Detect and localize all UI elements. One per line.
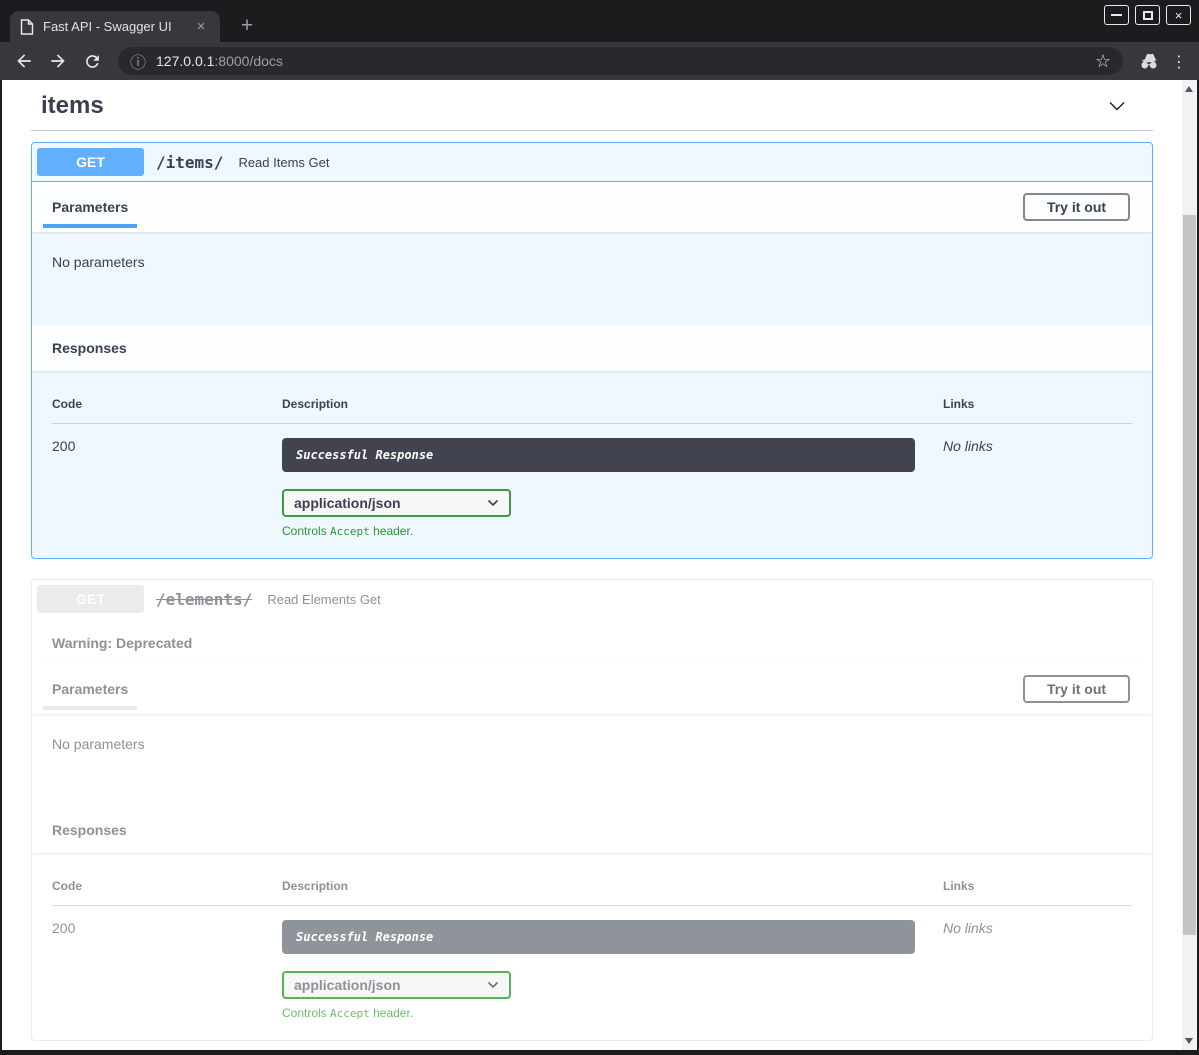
reload-button[interactable]: [80, 49, 104, 73]
bookmark-star-icon[interactable]: ☆: [1095, 51, 1111, 72]
accept-header-note: Controls Accept header.: [282, 524, 943, 538]
responses-table: Code Description Links 200 Successful Re…: [32, 371, 1152, 558]
tab-bar: Fast API - Swagger UI × + ×: [0, 0, 1199, 42]
scrollbar-up-icon[interactable]: [1185, 86, 1193, 92]
media-type-value: application/json: [294, 495, 401, 511]
minimize-button[interactable]: [1104, 5, 1129, 25]
response-code: 200: [52, 438, 282, 538]
opblock-summary[interactable]: GET /elements/ Read Elements Get: [32, 580, 1152, 618]
new-tab-button[interactable]: +: [234, 13, 260, 39]
tag-section-header[interactable]: items: [31, 84, 1153, 131]
swagger-page: items GET /items/ Read Items Get Paramet…: [2, 80, 1182, 1050]
close-window-button[interactable]: ×: [1166, 5, 1191, 25]
response-links: No links: [943, 920, 1132, 1020]
parameters-body: No parameters: [32, 232, 1152, 325]
page-favicon-icon: [20, 19, 34, 35]
response-description-block: Successful Response: [282, 920, 915, 954]
endpoint-path: /items/: [156, 153, 223, 172]
vertical-scrollbar[interactable]: [1182, 80, 1197, 1050]
window-controls: ×: [1104, 5, 1191, 25]
media-type-select[interactable]: application/json: [282, 971, 511, 999]
col-code: Code: [52, 879, 282, 893]
col-links: Links: [943, 879, 1132, 893]
response-row: 200 Successful Response application/json…: [52, 424, 1132, 538]
browser-tab[interactable]: Fast API - Swagger UI ×: [10, 11, 220, 42]
opblock-get-elements-deprecated: GET /elements/ Read Elements Get Warning…: [31, 579, 1153, 1041]
select-chevron-down-icon: [487, 499, 499, 507]
responses-header: Responses: [32, 325, 1152, 371]
col-description: Description: [282, 879, 943, 893]
incognito-icon: [1137, 49, 1161, 73]
response-description-text: Successful Response: [296, 930, 433, 944]
response-links: No links: [943, 438, 1132, 538]
accept-note-pre: Controls: [282, 524, 330, 538]
minimize-icon: [1111, 14, 1122, 16]
method-badge: GET: [37, 148, 144, 176]
accept-note-code: Accept: [330, 1007, 370, 1020]
responses-table: Code Description Links 200 Successful Re…: [32, 853, 1152, 1040]
try-it-out-button[interactable]: Try it out: [1023, 193, 1130, 221]
reload-icon: [83, 52, 102, 71]
responses-header: Responses: [32, 807, 1152, 853]
response-description-cell: Successful Response application/json Con…: [282, 920, 943, 1020]
parameters-header: Parameters Try it out: [32, 182, 1152, 232]
tab-parameters[interactable]: Parameters: [52, 681, 128, 697]
responses-table-head: Code Description Links: [52, 879, 1132, 906]
scrollbar-thumb[interactable]: [1183, 215, 1196, 935]
col-code: Code: [52, 397, 282, 411]
col-links: Links: [943, 397, 1132, 411]
accept-note-pre: Controls: [282, 1006, 330, 1020]
response-code: 200: [52, 920, 282, 1020]
method-badge: GET: [37, 585, 144, 613]
url-bar[interactable]: ⓘ 127.0.0.1:8000/docs ☆: [118, 47, 1123, 75]
no-parameters-text: No parameters: [52, 254, 145, 270]
endpoint-summary: Read Elements Get: [267, 592, 380, 607]
select-chevron-down-icon: [487, 981, 499, 989]
browser-toolbar: ⓘ 127.0.0.1:8000/docs ☆ ⋮: [0, 42, 1199, 80]
maximize-icon: [1143, 11, 1153, 20]
response-description-cell: Successful Response application/json Con…: [282, 438, 943, 538]
response-description-text: Successful Response: [296, 448, 433, 462]
media-type-select[interactable]: application/json: [282, 489, 511, 517]
back-button[interactable]: [12, 49, 36, 73]
url-host: 127.0.0.1: [156, 53, 214, 69]
page-viewport: items GET /items/ Read Items Get Paramet…: [2, 80, 1197, 1050]
close-icon: ×: [1175, 9, 1183, 22]
endpoint-path: /elements/: [156, 590, 252, 609]
endpoint-summary: Read Items Get: [238, 155, 329, 170]
responses-title: Responses: [52, 822, 127, 838]
forward-button[interactable]: [46, 49, 70, 73]
tab-parameters[interactable]: Parameters: [52, 199, 128, 215]
parameters-body: No parameters: [32, 714, 1152, 807]
tab-close-icon[interactable]: ×: [192, 18, 210, 36]
menu-kebab-icon[interactable]: ⋮: [1171, 52, 1187, 71]
accept-note-post: header.: [370, 1006, 413, 1020]
response-row: 200 Successful Response application/json…: [52, 906, 1132, 1020]
scrollbar-down-icon[interactable]: [1185, 1038, 1193, 1044]
media-type-value: application/json: [294, 977, 401, 993]
accept-note-post: header.: [370, 524, 413, 538]
no-parameters-text: No parameters: [52, 736, 145, 752]
accept-note-code: Accept: [330, 525, 370, 538]
deprecated-warning: Warning: Deprecated: [32, 618, 1152, 664]
opblock-summary[interactable]: GET /items/ Read Items Get: [32, 143, 1152, 182]
opblock-get-items: GET /items/ Read Items Get Parameters Tr…: [31, 142, 1153, 559]
maximize-button[interactable]: [1135, 5, 1160, 25]
responses-table-head: Code Description Links: [52, 397, 1132, 424]
back-icon: [14, 51, 34, 71]
tab-title: Fast API - Swagger UI: [43, 19, 183, 34]
section-collapse-chevron-icon[interactable]: [1106, 95, 1128, 117]
tag-title: items: [41, 92, 104, 120]
parameters-header: Parameters Try it out: [32, 664, 1152, 714]
col-description: Description: [282, 397, 943, 411]
accept-header-note: Controls Accept header.: [282, 1006, 943, 1020]
url-text: 127.0.0.1:8000/docs: [156, 53, 283, 69]
site-info-icon[interactable]: ⓘ: [130, 49, 146, 73]
try-it-out-button[interactable]: Try it out: [1023, 675, 1130, 703]
response-description-block: Successful Response: [282, 438, 915, 472]
responses-title: Responses: [52, 340, 127, 356]
browser-window: Fast API - Swagger UI × + × ⓘ 127.0.0.1:…: [0, 0, 1199, 1055]
url-path: :8000/docs: [214, 53, 283, 69]
forward-icon: [48, 51, 68, 71]
